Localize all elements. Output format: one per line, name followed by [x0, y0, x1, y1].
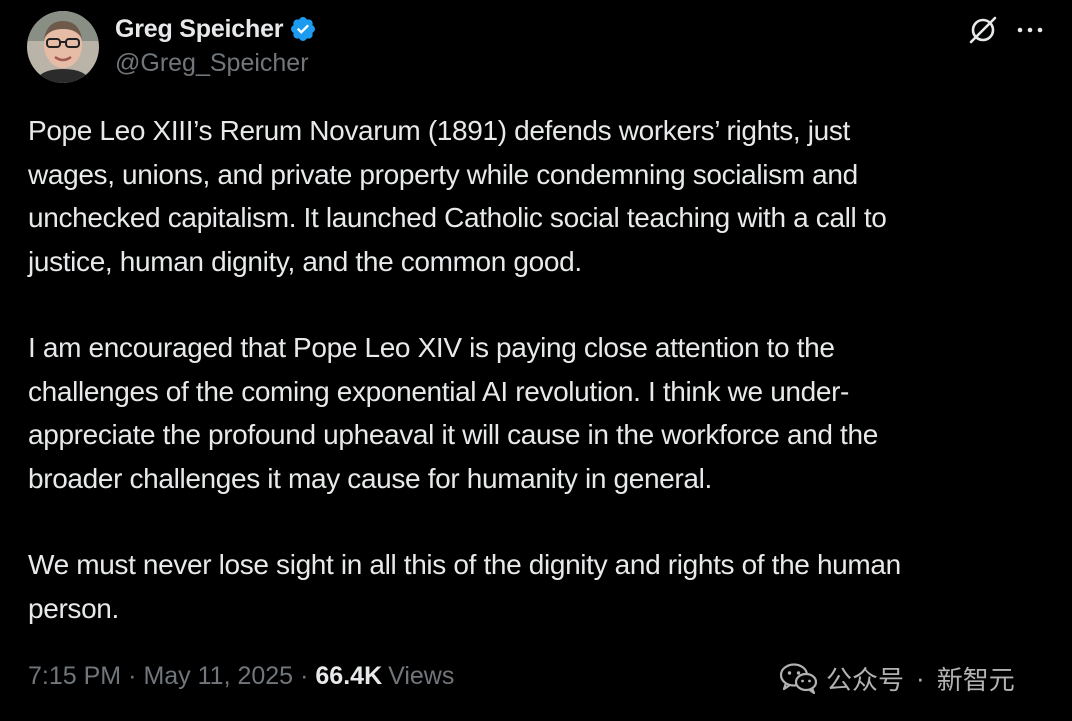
watermark-separator: · [916, 662, 925, 693]
views-count[interactable]: 66.4K [315, 662, 382, 691]
author-name-row[interactable]: Greg Speicher [115, 12, 317, 46]
avatar[interactable] [27, 11, 99, 83]
meta-separator: · [300, 661, 309, 690]
meta-separator: · [128, 661, 137, 690]
watermark-label: 公众号 [826, 664, 905, 695]
watermark-brand: 新智元 [936, 664, 1015, 695]
tweet-paragraph: I am encouraged that Pope Leo XIV is pay… [28, 332, 878, 494]
more-options-icon[interactable] [1014, 14, 1046, 46]
tweet-meta: 7:15 PM · May 11, 2025 · 66.4K Views [28, 658, 454, 694]
tweet-paragraph: Pope Leo XIII’s Rerum Novarum (1891) def… [28, 115, 887, 277]
verified-badge-icon [289, 15, 317, 43]
wechat-icon [780, 663, 818, 694]
tweet-paragraph: We must never lose sight in all this of … [28, 549, 901, 624]
tweet-date[interactable]: May 11, 2025 [143, 662, 293, 691]
avatar-image [27, 11, 99, 83]
views-label[interactable]: Views [388, 662, 454, 691]
tweet-text: Pope Leo XIII’s Rerum Novarum (1891) def… [28, 109, 1058, 630]
author-display-name[interactable]: Greg Speicher [115, 15, 284, 44]
watermark: 公众号 · 新智元 [780, 660, 1015, 696]
tweet-time[interactable]: 7:15 PM [28, 662, 121, 691]
author-handle[interactable]: @Greg_Speicher [115, 49, 309, 78]
grok-icon[interactable] [967, 14, 999, 46]
